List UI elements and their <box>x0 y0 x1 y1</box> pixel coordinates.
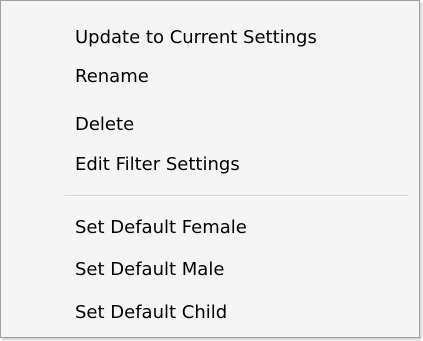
menu-item-update-to-current-settings[interactable]: Update to Current Settings <box>2 20 418 56</box>
menu-item-set-default-male[interactable]: Set Default Male <box>2 252 418 288</box>
menu-separator <box>65 195 409 197</box>
menu-item-label: Set Default Child <box>75 302 228 323</box>
menu-item-label: Set Default Male <box>75 259 225 280</box>
menu-item-set-default-child[interactable]: Set Default Child <box>2 295 418 331</box>
menu-item-label: Delete <box>75 114 135 135</box>
menu-item-label: Set Default Female <box>75 217 247 238</box>
menu-item-label: Update to Current Settings <box>75 27 317 48</box>
menu-item-label: Edit Filter Settings <box>75 154 240 175</box>
menu-item-set-default-female[interactable]: Set Default Female <box>2 210 418 246</box>
menu-item-delete[interactable]: Delete <box>2 107 418 143</box>
menu-item-rename[interactable]: Rename <box>2 59 418 95</box>
menu-item-edit-filter-settings[interactable]: Edit Filter Settings <box>2 147 418 183</box>
menu-item-label: Rename <box>75 66 149 87</box>
context-menu: Update to Current Settings Rename Delete… <box>0 0 420 338</box>
